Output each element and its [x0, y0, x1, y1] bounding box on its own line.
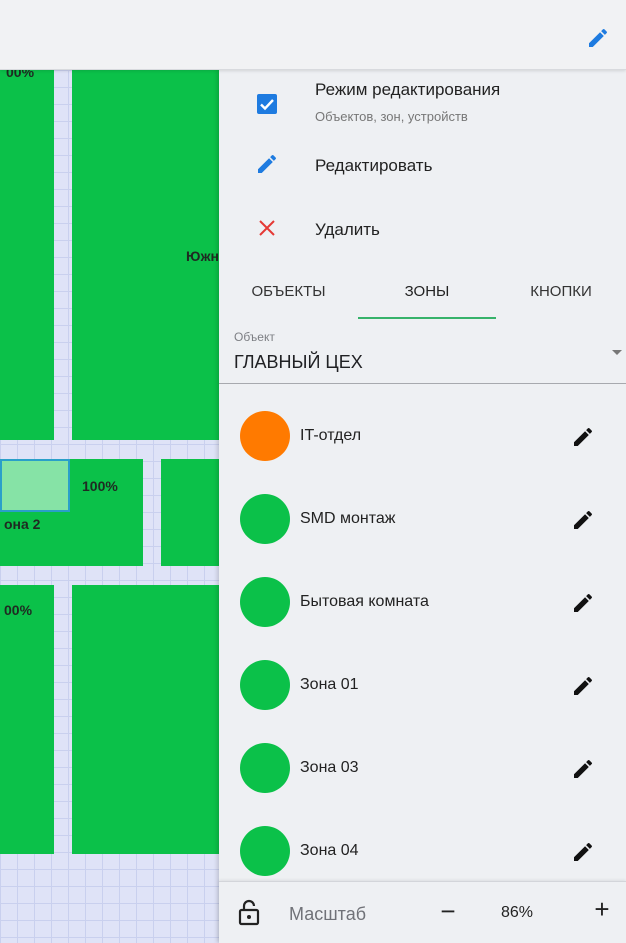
pencil-icon[interactable]: [571, 425, 595, 449]
close-icon: [259, 220, 275, 236]
zoom-out-button[interactable]: −: [434, 898, 462, 924]
edit-mode-subtitle: Объектов, зон, устройств: [315, 109, 468, 124]
tab-zones[interactable]: ЗОНЫ: [358, 270, 496, 322]
zoom-in-button[interactable]: +: [589, 896, 615, 922]
tab-buttons[interactable]: КНОПКИ: [496, 270, 626, 322]
pencil-icon[interactable]: [571, 508, 595, 532]
map-zone-selected[interactable]: [0, 459, 70, 512]
map-zone-label: Южн: [186, 248, 219, 264]
edit-menu-label: Редактировать: [315, 156, 433, 175]
delete-menu-item[interactable]: Удалить: [219, 205, 626, 255]
edit-menu-item[interactable]: Редактировать: [219, 140, 626, 190]
object-select-value: ГЛАВНЫЙ ЦЕХ: [234, 352, 363, 372]
zone-name: Зона 03: [300, 759, 359, 776]
top-bar: [0, 0, 626, 70]
tab-bar: ОБЪЕКТЫ ЗОНЫ КНОПКИ: [219, 270, 626, 322]
zone-color-dot: [240, 411, 290, 461]
zone-color-dot: [240, 577, 290, 627]
map-zone[interactable]: [72, 585, 219, 854]
zone-name: Зона 01: [300, 676, 359, 693]
zone-name: Бытовая комната: [300, 593, 429, 610]
zone-name: SMD монтаж: [300, 510, 396, 527]
pencil-icon[interactable]: [571, 840, 595, 864]
map-zone-label: 100%: [82, 478, 118, 494]
zone-list-item[interactable]: Зона 03: [219, 725, 626, 808]
scale-label: Масштаб: [289, 904, 367, 924]
pencil-icon[interactable]: [571, 757, 595, 781]
unlock-icon[interactable]: [237, 898, 261, 926]
tab-objects[interactable]: ОБЪЕКТЫ: [219, 270, 358, 322]
zoom-level: 86%: [501, 904, 534, 921]
zone-color-dot: [240, 826, 290, 876]
zone-list-item[interactable]: Зона 04: [219, 808, 626, 891]
zone-color-dot: [240, 743, 290, 793]
pencil-icon[interactable]: [586, 26, 610, 50]
object-select-label: Объект: [234, 330, 275, 344]
side-panel: Режим редактирования Объектов, зон, устр…: [219, 70, 626, 943]
pencil-icon: [258, 154, 277, 173]
zone-name: Зона 04: [300, 842, 359, 859]
zone-color-dot: [240, 494, 290, 544]
check-icon: [260, 99, 274, 111]
map-zone-label: 00%: [6, 70, 35, 80]
map-zone-label: 00%: [4, 602, 33, 618]
dropdown-arrow-icon: [612, 350, 622, 355]
tab-active-indicator: [358, 317, 496, 319]
map-canvas[interactable]: 00% Южн 100% она 2 00%: [0, 70, 219, 943]
zoom-bar: Масштаб − 86% +: [219, 881, 626, 943]
pencil-icon[interactable]: [571, 674, 595, 698]
edit-mode-checkbox[interactable]: [257, 94, 277, 114]
map-zone[interactable]: [161, 459, 219, 566]
zone-list-item[interactable]: Бытовая комната: [219, 559, 626, 642]
delete-menu-label: Удалить: [315, 220, 380, 239]
zone-list-item[interactable]: SMD монтаж: [219, 476, 626, 559]
edit-mode-title: Режим редактирования: [315, 80, 501, 99]
map-zone-label: она 2: [4, 516, 41, 532]
zone-list-item[interactable]: IT-отдел: [219, 393, 626, 476]
map-zone[interactable]: [0, 70, 54, 440]
map-zone[interactable]: [0, 585, 54, 854]
pencil-icon[interactable]: [571, 591, 595, 615]
edit-mode-toggle[interactable]: Режим редактирования Объектов, зон, устр…: [219, 70, 626, 134]
zone-color-dot: [240, 660, 290, 710]
zone-name: IT-отдел: [300, 427, 362, 444]
zone-list-item[interactable]: Зона 01: [219, 642, 626, 725]
object-select[interactable]: Объект ГЛАВНЫЙ ЦЕХ: [219, 320, 626, 384]
